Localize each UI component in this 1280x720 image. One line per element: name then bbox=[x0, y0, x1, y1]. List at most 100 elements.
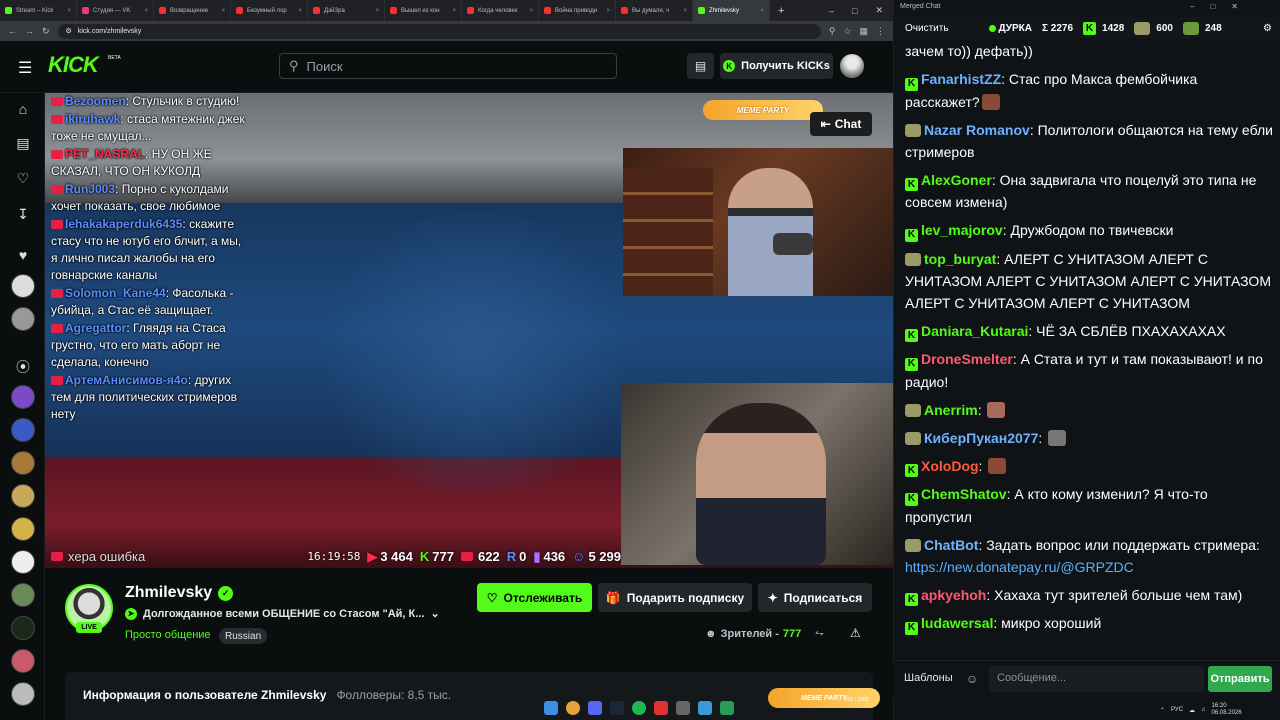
home-icon[interactable]: ⌂ bbox=[11, 97, 35, 121]
followed-channel-avatar[interactable] bbox=[11, 307, 35, 331]
chat-username[interactable]: FanarhistZZ bbox=[921, 71, 1001, 87]
tray-chevron-icon[interactable]: ⌃ bbox=[1160, 707, 1165, 714]
maximize-icon[interactable]: □ bbox=[1210, 2, 1215, 11]
discord-icon[interactable] bbox=[588, 701, 602, 715]
recommended-channel-avatar[interactable] bbox=[11, 517, 35, 541]
language-indicator[interactable]: РУС bbox=[1171, 707, 1183, 713]
followed-channel-avatar[interactable] bbox=[11, 274, 35, 298]
tab-close-icon[interactable]: × bbox=[606, 8, 610, 14]
category-link[interactable]: Просто общение bbox=[125, 629, 211, 641]
user-avatar[interactable] bbox=[840, 54, 864, 78]
volume-icon[interactable]: ♫ bbox=[1201, 707, 1206, 713]
message-input[interactable]: Сообщение... bbox=[989, 666, 1204, 692]
recommended-channel-avatar[interactable] bbox=[11, 418, 35, 442]
close-icon[interactable]: ✕ bbox=[875, 5, 883, 16]
app-icon[interactable] bbox=[676, 701, 690, 715]
chat-username[interactable]: ChemShatov bbox=[921, 486, 1007, 502]
chat-username[interactable]: ludawersal bbox=[921, 615, 993, 631]
new-tab-button[interactable]: + bbox=[770, 0, 792, 21]
chat-username[interactable]: DroneSmelter bbox=[921, 351, 1013, 367]
chat-username[interactable]: Nazar Romanov bbox=[924, 122, 1030, 138]
windows-start-icon[interactable] bbox=[544, 701, 558, 715]
clear-chat-button[interactable]: Очистить bbox=[905, 23, 949, 34]
tab-close-icon[interactable]: × bbox=[529, 8, 533, 14]
tab-close-icon[interactable]: × bbox=[375, 8, 379, 14]
browser-tab[interactable]: Безумный лор × bbox=[231, 0, 308, 21]
steam-icon[interactable] bbox=[610, 701, 624, 715]
browser-tab[interactable]: Zhmilevsky × bbox=[693, 0, 770, 21]
browser-tab[interactable]: Война приводи × bbox=[539, 0, 616, 21]
tab-close-icon[interactable]: × bbox=[144, 8, 148, 14]
chat-username[interactable]: ChatBot bbox=[924, 537, 978, 553]
browser-tab[interactable]: Когда человек × bbox=[462, 0, 539, 21]
tab-close-icon[interactable]: × bbox=[67, 8, 71, 14]
live-broadcast-icon[interactable]: ⦿ bbox=[11, 355, 35, 379]
chat-username[interactable]: lev_majorov bbox=[921, 222, 1003, 238]
clips-icon[interactable]: ↧ bbox=[11, 202, 35, 226]
chat-username[interactable]: AlexGoner bbox=[921, 172, 992, 188]
zoom-icon[interactable]: ⚲ bbox=[829, 26, 836, 37]
tab-close-icon[interactable]: × bbox=[221, 8, 225, 14]
chat-toggle-button[interactable]: ⇤ Chat bbox=[810, 112, 872, 136]
recommended-channel-avatar[interactable] bbox=[11, 484, 35, 508]
browser-tab[interactable]: Stream – Kick × bbox=[0, 0, 77, 21]
site-info-icon[interactable]: ⚙ bbox=[66, 27, 72, 35]
recommended-channel-avatar[interactable] bbox=[11, 649, 35, 673]
tab-close-icon[interactable]: × bbox=[452, 8, 456, 14]
forward-icon[interactable]: → bbox=[25, 26, 34, 36]
chrome-icon[interactable] bbox=[566, 701, 580, 715]
gift-sub-button[interactable]: 🎁 Подарить подписку bbox=[598, 583, 752, 612]
tab-close-icon[interactable]: × bbox=[298, 8, 302, 14]
browser-tab[interactable]: Возвращение × bbox=[154, 0, 231, 21]
recommended-channel-avatar[interactable] bbox=[11, 550, 35, 574]
video-player[interactable]: Bezoomen: Стульчик в студию! ikiruhawk: с… bbox=[45, 93, 893, 568]
recommended-channel-avatar[interactable] bbox=[11, 583, 35, 607]
clock[interactable]: 16:20 06.08.2026 bbox=[1212, 703, 1242, 717]
close-icon[interactable]: ✕ bbox=[1231, 2, 1238, 11]
expand-title-chevron-icon[interactable]: ⌄ bbox=[430, 607, 439, 620]
chat-username[interactable]: top_buryat bbox=[924, 251, 996, 267]
recommended-channel-avatar[interactable] bbox=[11, 451, 35, 475]
following-heart-icon[interactable]: ♡ bbox=[11, 166, 35, 190]
get-kicks-button[interactable]: K Получить KICKs bbox=[720, 53, 833, 79]
kick-logo[interactable]: KICK bbox=[48, 52, 99, 78]
send-button[interactable]: Отправить bbox=[1208, 666, 1272, 692]
bookmark-star-icon[interactable]: ☆ bbox=[843, 26, 851, 37]
follow-button[interactable]: ♡ Отслеживать bbox=[477, 583, 592, 612]
menu-dots-icon[interactable]: ⋮ bbox=[876, 26, 885, 37]
chat-link[interactable]: https://new.donatepay.ru/@GRPZDC bbox=[905, 559, 1134, 575]
browser-tab[interactable]: Студия — VK × bbox=[77, 0, 154, 21]
wifi-icon[interactable]: ☁ bbox=[1189, 707, 1195, 714]
library-button[interactable]: ▤ bbox=[687, 53, 714, 79]
spotify-icon[interactable] bbox=[632, 701, 646, 715]
minimize-icon[interactable]: – bbox=[829, 6, 834, 16]
app-icon[interactable] bbox=[698, 701, 712, 715]
url-field[interactable]: ⚙ kick.com/zhmilevsky bbox=[57, 23, 821, 39]
browser-tab[interactable]: Вышел из кон × bbox=[385, 0, 462, 21]
chat-username[interactable]: XoloDog bbox=[921, 458, 979, 474]
browse-icon[interactable]: ▤ bbox=[11, 131, 35, 155]
chat-username[interactable]: КиберПукан2077 bbox=[924, 430, 1038, 446]
chat-username[interactable]: Daniara_Kutarai bbox=[921, 323, 1028, 339]
browser-tab[interactable]: Вы думали, ч × bbox=[616, 0, 693, 21]
back-icon[interactable]: ← bbox=[8, 26, 17, 36]
channel-name[interactable]: Zhmilevsky ✓ bbox=[125, 584, 234, 602]
recommended-channel-avatar[interactable] bbox=[11, 616, 35, 640]
settings-gear-icon[interactable]: ⚙ bbox=[1263, 23, 1272, 34]
browser-tab[interactable]: ДэйЗра × bbox=[308, 0, 385, 21]
tab-close-icon[interactable]: × bbox=[760, 8, 764, 14]
maximize-icon[interactable]: □ bbox=[852, 6, 857, 16]
recommended-channel-avatar[interactable] bbox=[11, 682, 35, 706]
emoji-icon[interactable]: ☺ bbox=[966, 672, 978, 686]
extensions-icon[interactable]: ▦ bbox=[859, 26, 868, 37]
subscribe-button[interactable]: ✦ Подписаться bbox=[758, 583, 872, 612]
app-icon[interactable] bbox=[654, 701, 668, 715]
hamburger-menu-icon[interactable]: ☰ bbox=[18, 58, 34, 78]
recommended-channel-avatar[interactable] bbox=[11, 385, 35, 409]
report-warning-icon[interactable]: ⚠ bbox=[850, 626, 861, 640]
minimize-icon[interactable]: – bbox=[1190, 2, 1194, 11]
share-icon[interactable]: ⥊ bbox=[815, 627, 824, 640]
chat-username[interactable]: Anerrim bbox=[924, 402, 978, 418]
templates-button[interactable]: Шаблоны bbox=[904, 672, 953, 684]
app-icon[interactable] bbox=[720, 701, 734, 715]
